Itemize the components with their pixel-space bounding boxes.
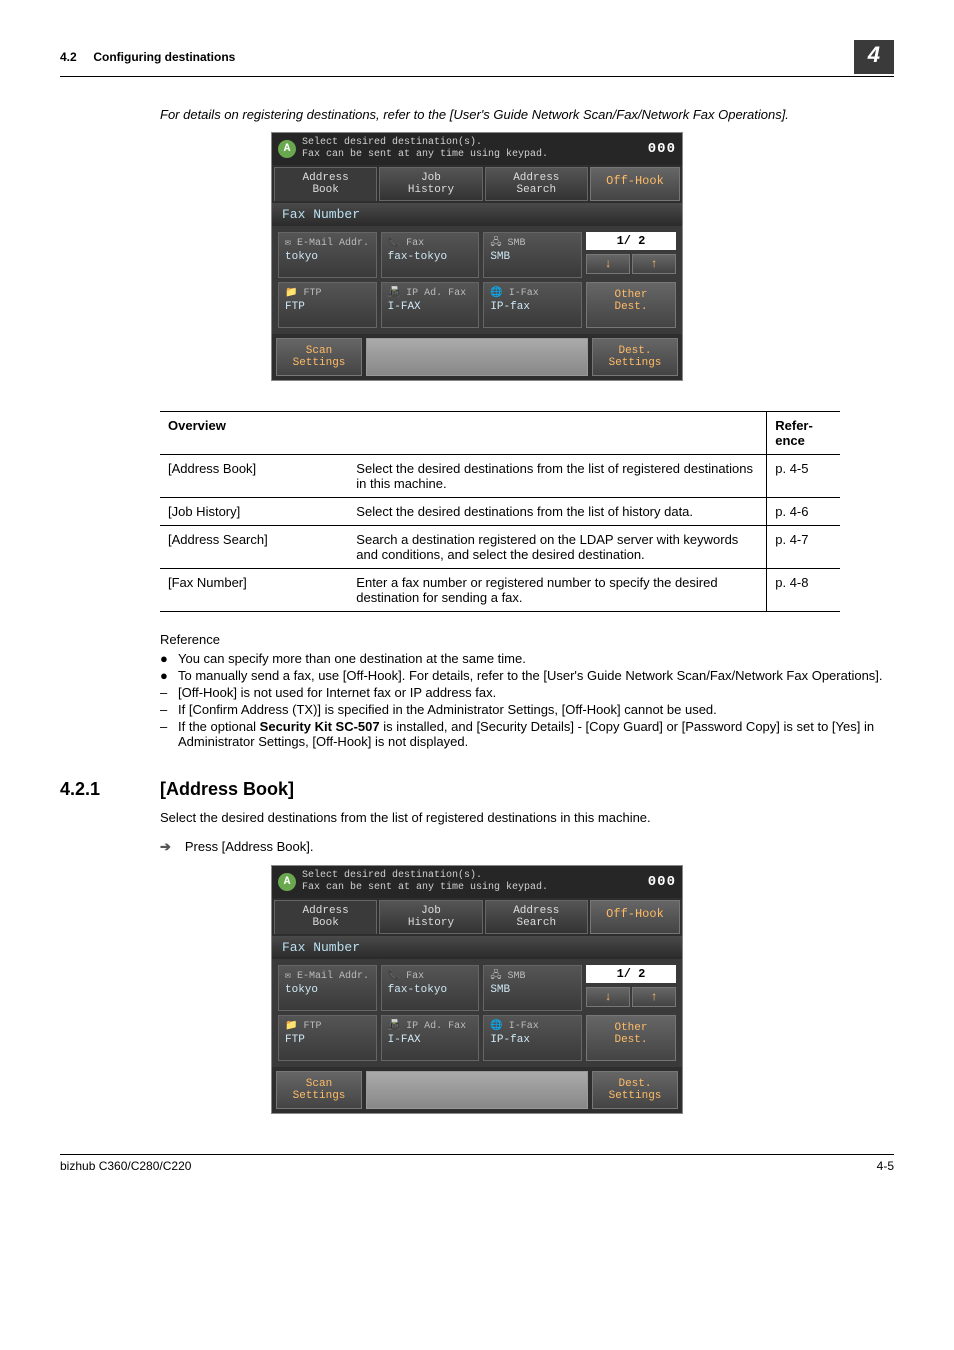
dest-ip-address-fax[interactable]: 📠 IP Ad. FaxI-FAX bbox=[381, 1015, 480, 1061]
subsection-number: 4.2.1 bbox=[60, 779, 160, 800]
status-icon: A bbox=[278, 873, 296, 891]
dest-fax[interactable]: 📞 Fax fax-tokyo bbox=[381, 232, 480, 278]
table-row: [Fax Number]Enter a fax number or regist… bbox=[160, 569, 840, 612]
row-ref: p. 4-8 bbox=[767, 569, 840, 612]
row-ref: p. 4-6 bbox=[767, 498, 840, 526]
step-row: ➔ Press [Address Book]. bbox=[160, 839, 894, 855]
dest-fax[interactable]: 📞 Faxfax-tokyo bbox=[381, 965, 480, 1011]
footer-model: bizhub C360/C280/C220 bbox=[60, 1159, 191, 1173]
memory-counter: 000 bbox=[648, 141, 676, 157]
dest-ftp[interactable]: 📁 FTP FTP bbox=[278, 282, 377, 328]
dest-ftp[interactable]: 📁 FTPFTP bbox=[278, 1015, 377, 1061]
reference-list: You can specify more than one destinatio… bbox=[160, 651, 894, 749]
scan-settings-button[interactable]: Scan Settings bbox=[276, 1071, 362, 1109]
chapter-number-badge: 4 bbox=[854, 40, 894, 74]
row-item: [Address Book] bbox=[160, 455, 348, 498]
dest-smb[interactable]: 🖧 SMB SMB bbox=[483, 232, 582, 278]
dest-smb[interactable]: 🖧 SMBSMB bbox=[483, 965, 582, 1011]
fax-number-tab[interactable]: Fax Number bbox=[272, 936, 682, 959]
tab-address-search[interactable]: Address Search bbox=[485, 900, 588, 934]
subsection-title: [Address Book] bbox=[160, 779, 294, 800]
page-up-button[interactable]: ↑ bbox=[632, 987, 676, 1007]
ss-header-line1: Select desired destination(s). bbox=[302, 137, 548, 149]
row-item: [Job History] bbox=[160, 498, 348, 526]
list-item: To manually send a fax, use [Off-Hook]. … bbox=[178, 668, 894, 683]
other-dest-button[interactable]: Other Dest. bbox=[586, 1015, 676, 1061]
dest-ifax[interactable]: 🌐 I-Fax IP-fax bbox=[483, 282, 582, 328]
bottom-spacer bbox=[366, 338, 588, 376]
page-up-button[interactable]: ↑ bbox=[632, 254, 676, 274]
row-ref: p. 4-5 bbox=[767, 455, 840, 498]
page-footer: bizhub C360/C280/C220 4-5 bbox=[60, 1154, 894, 1173]
tab-job-history[interactable]: Job History bbox=[379, 900, 482, 934]
dest-ifax[interactable]: 🌐 I-FaxIP-fax bbox=[483, 1015, 582, 1061]
header-section-title: Configuring destinations bbox=[93, 50, 235, 64]
subsection-heading: 4.2.1 [Address Book] bbox=[60, 779, 894, 800]
dest-settings-button[interactable]: Dest. Settings bbox=[592, 1071, 678, 1109]
table-row: [Address Book]Select the desired destina… bbox=[160, 455, 840, 498]
list-item: [Off-Hook] is not used for Internet fax … bbox=[178, 685, 894, 700]
tab-address-search[interactable]: Address Search bbox=[485, 167, 588, 201]
dest-settings-button[interactable]: Dest. Settings bbox=[592, 338, 678, 376]
intro-note: For details on registering destinations,… bbox=[160, 107, 894, 122]
table-row: [Job History]Select the desired destinat… bbox=[160, 498, 840, 526]
row-item: [Address Search] bbox=[160, 526, 348, 569]
pager-display: 1/ 2 bbox=[586, 232, 676, 250]
row-item: [Fax Number] bbox=[160, 569, 348, 612]
header-section-label: 4.2 Configuring destinations bbox=[60, 50, 235, 64]
tab-address-book[interactable]: Address Book bbox=[274, 167, 377, 201]
page-header: 4.2 Configuring destinations 4 bbox=[60, 40, 894, 77]
arrow-icon: ➔ bbox=[160, 839, 174, 855]
status-icon: A bbox=[278, 140, 296, 158]
footer-page: 4-5 bbox=[877, 1159, 894, 1173]
off-hook-button[interactable]: Off-Hook bbox=[590, 167, 680, 201]
page-down-button[interactable]: ↓ bbox=[586, 254, 630, 274]
row-ref: p. 4-7 bbox=[767, 526, 840, 569]
row-desc: Enter a fax number or registered number … bbox=[348, 569, 766, 612]
off-hook-button[interactable]: Off-Hook bbox=[590, 900, 680, 934]
device-screenshot-2: A Select desired destination(s). Fax can… bbox=[271, 865, 683, 1114]
dest-email[interactable]: ✉ E-Mail Addr.tokyo bbox=[278, 965, 377, 1011]
overview-table: Overview Refer- ence [Address Book]Selec… bbox=[160, 411, 840, 612]
ss-header-line2: Fax can be sent at any time using keypad… bbox=[302, 149, 548, 161]
row-desc: Select the desired destinations from the… bbox=[348, 455, 766, 498]
list-item: If [Confirm Address (TX)] is specified i… bbox=[178, 702, 894, 717]
memory-counter: 000 bbox=[648, 874, 676, 890]
list-item: You can specify more than one destinatio… bbox=[178, 651, 894, 666]
device-screenshot-1: A Select desired destination(s). Fax can… bbox=[271, 132, 683, 381]
page-down-button[interactable]: ↓ bbox=[586, 987, 630, 1007]
th-reference: Refer- ence bbox=[767, 412, 840, 455]
reference-label: Reference bbox=[160, 632, 894, 647]
dest-ip-address-fax[interactable]: 📠 IP Ad. Fax I-FAX bbox=[381, 282, 480, 328]
row-desc: Select the desired destinations from the… bbox=[348, 498, 766, 526]
dest-email[interactable]: ✉ E-Mail Addr. tokyo bbox=[278, 232, 377, 278]
step-text: Press [Address Book]. bbox=[185, 839, 314, 854]
list-item: If the optional Security Kit SC-507 is i… bbox=[178, 719, 894, 749]
th-overview: Overview bbox=[160, 412, 767, 455]
fax-number-tab[interactable]: Fax Number bbox=[272, 203, 682, 226]
row-desc: Search a destination registered on the L… bbox=[348, 526, 766, 569]
scan-settings-button[interactable]: Scan Settings bbox=[276, 338, 362, 376]
subsection-body: Select the desired destinations from the… bbox=[160, 810, 894, 825]
table-row: [Address Search]Search a destination reg… bbox=[160, 526, 840, 569]
other-dest-button[interactable]: Other Dest. bbox=[586, 282, 676, 328]
tab-address-book[interactable]: Address Book bbox=[274, 900, 377, 934]
pager-display: 1/ 2 bbox=[586, 965, 676, 983]
header-section-number: 4.2 bbox=[60, 50, 77, 64]
tab-job-history[interactable]: Job History bbox=[379, 167, 482, 201]
